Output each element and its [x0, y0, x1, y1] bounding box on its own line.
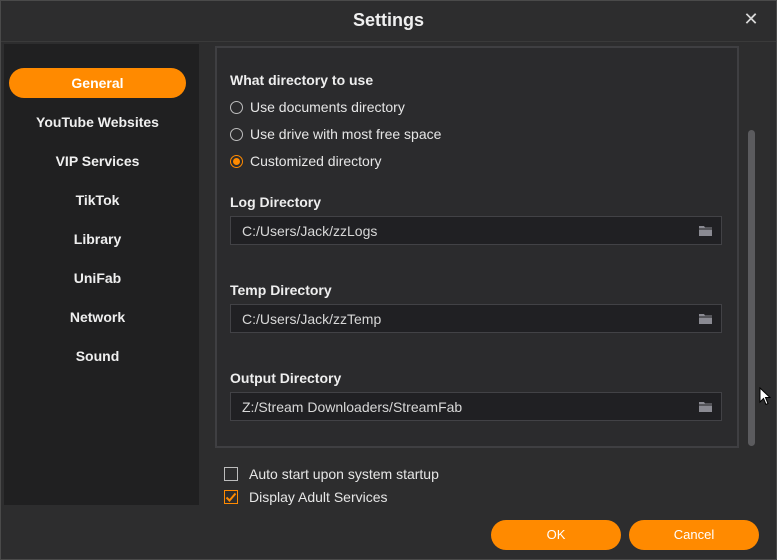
- checkbox-label: Auto start upon system startup: [249, 466, 439, 482]
- folder-icon[interactable]: [699, 225, 712, 236]
- cancel-button[interactable]: Cancel: [629, 520, 759, 550]
- checkbox-checked[interactable]: [224, 490, 238, 504]
- output-directory-label: Output Directory: [230, 370, 342, 386]
- settings-content: What directory to use Use documents dire…: [199, 44, 776, 505]
- radio-button[interactable]: [230, 127, 243, 141]
- output-directory-input[interactable]: [242, 393, 682, 420]
- temp-directory-label: Temp Directory: [230, 282, 332, 298]
- radio-button[interactable]: [230, 100, 243, 114]
- sidebar-item-sound[interactable]: Sound: [9, 341, 186, 371]
- title-bar: Settings ✕: [1, 1, 776, 42]
- radio-most-free-space[interactable]: Use drive with most free space: [230, 125, 441, 143]
- sidebar-item-unifab[interactable]: UniFab: [9, 263, 186, 293]
- scrollbar-thumb[interactable]: [748, 130, 755, 446]
- vertical-scrollbar[interactable]: [748, 46, 756, 446]
- sidebar-item-vip-services[interactable]: VIP Services: [9, 146, 186, 176]
- log-directory-field[interactable]: [230, 216, 722, 245]
- dialog-title: Settings: [352, 10, 424, 30]
- dialog-footer: OK Cancel: [1, 505, 776, 559]
- temp-directory-input[interactable]: [242, 305, 682, 332]
- close-icon[interactable]: ✕: [742, 10, 760, 28]
- directory-heading: What directory to use: [230, 72, 374, 88]
- temp-directory-field[interactable]: [230, 304, 722, 333]
- ok-button[interactable]: OK: [491, 520, 621, 550]
- display-adult-option[interactable]: Display Adult Services: [224, 488, 388, 506]
- sidebar-item-library[interactable]: Library: [9, 224, 186, 254]
- settings-sidebar: General YouTube Websites VIP Services Ti…: [4, 44, 199, 505]
- checkbox[interactable]: [224, 467, 238, 481]
- radio-label: Use drive with most free space: [250, 126, 442, 142]
- folder-icon[interactable]: [699, 401, 712, 412]
- log-directory-input[interactable]: [242, 217, 682, 244]
- checkmark-icon: [225, 492, 237, 502]
- settings-dialog: Settings ✕ General YouTube Websites VIP …: [0, 0, 777, 560]
- auto-start-option[interactable]: Auto start upon system startup: [224, 465, 439, 483]
- folder-icon[interactable]: [699, 313, 712, 324]
- radio-customized-directory[interactable]: Customized directory: [230, 152, 382, 170]
- log-directory-label: Log Directory: [230, 194, 322, 210]
- directory-panel: What directory to use Use documents dire…: [215, 46, 739, 448]
- radio-button-selected[interactable]: [230, 154, 243, 168]
- sidebar-item-network[interactable]: Network: [9, 302, 186, 332]
- radio-label: Customized directory: [250, 153, 382, 169]
- sidebar-item-general[interactable]: General: [9, 68, 186, 98]
- mouse-cursor-icon: [759, 387, 771, 406]
- sidebar-item-youtube-websites[interactable]: YouTube Websites: [9, 107, 186, 137]
- checkbox-label: Display Adult Services: [249, 489, 388, 505]
- sidebar-item-tiktok[interactable]: TikTok: [9, 185, 186, 215]
- output-directory-field[interactable]: [230, 392, 722, 421]
- radio-label: Use documents directory: [250, 99, 405, 115]
- radio-use-documents[interactable]: Use documents directory: [230, 98, 405, 116]
